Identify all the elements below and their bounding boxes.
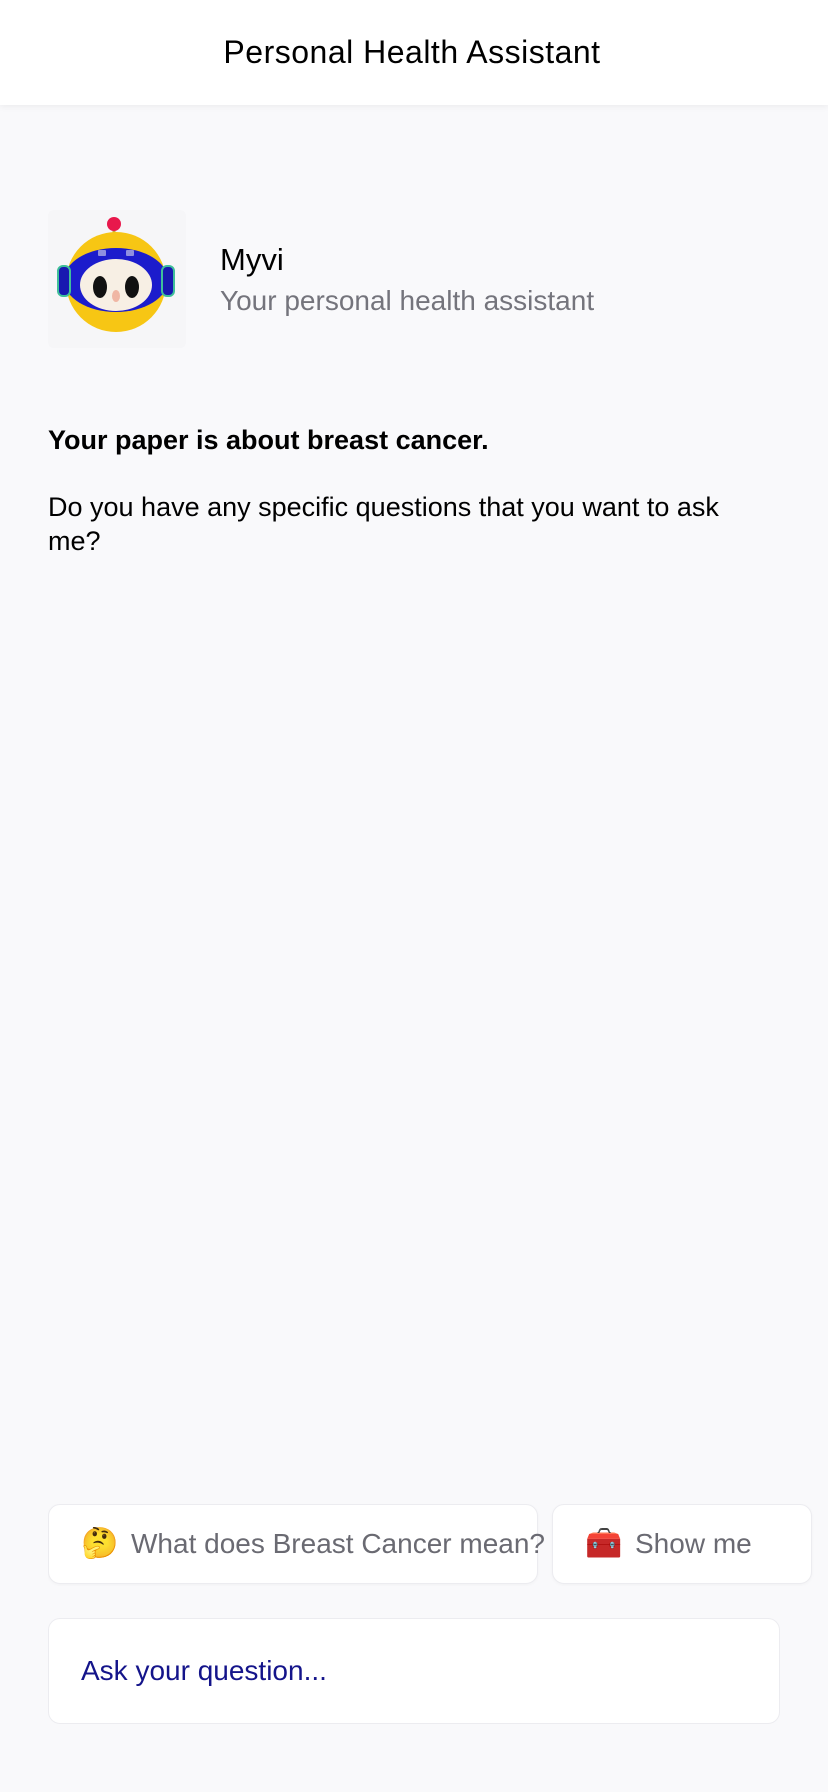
toolbox-icon: 🧰 [585, 1527, 623, 1560]
thinking-face-icon: 🤔 [81, 1527, 119, 1560]
suggestion-chip-breast-cancer-meaning[interactable]: 🤔 What does Breast Cancer mean? [48, 1504, 545, 1584]
suggestion-label: What does Breast Cancer mean? [131, 1528, 545, 1559]
question-input-placeholder: Ask your question... [81, 1655, 327, 1686]
avatar-illustration [57, 217, 175, 332]
page-title: Personal Health Assistant [223, 34, 601, 70]
assistant-name: Myvi [220, 242, 284, 277]
suggestion-chip-show-me[interactable]: 🧰 Show me [552, 1504, 812, 1584]
suggestion-chips: 🤔 What does Breast Cancer mean? 🧰 Show m… [48, 1504, 828, 1586]
suggestion-label: Show me [635, 1528, 752, 1559]
assistant-profile: Myvi Your personal health assistant [48, 210, 594, 348]
message-headline: Your paper is about breast cancer. [48, 425, 489, 455]
assistant-text: Myvi Your personal health assistant [220, 240, 594, 320]
assistant-subtitle: Your personal health assistant [220, 285, 595, 316]
message-body: Do you have any specific questions that … [48, 492, 719, 556]
question-input[interactable]: Ask your question... [48, 1618, 780, 1724]
top-header: Personal Health Assistant [0, 0, 828, 105]
app-root: Personal Health Assistant Myvi Your pers… [0, 0, 828, 1792]
assistant-message: Your paper is about breast cancer. Do yo… [48, 420, 728, 558]
robot-mascot-icon [48, 210, 186, 348]
